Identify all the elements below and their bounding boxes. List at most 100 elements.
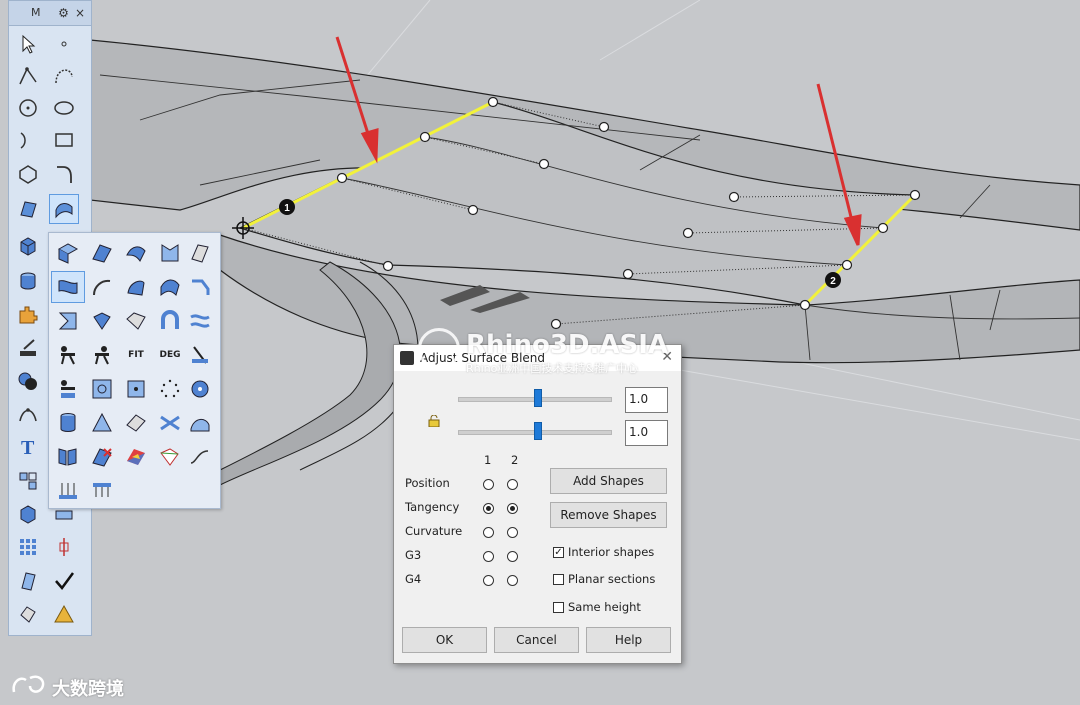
checkmark-icon[interactable] [49, 566, 79, 596]
sweep2-icon[interactable] [153, 271, 187, 303]
remove-shapes-button[interactable]: Remove Shapes [550, 502, 667, 528]
ok-button[interactable]: OK [402, 627, 487, 653]
blend-value-2-field[interactable]: 1.0 [625, 420, 668, 446]
network-surface-icon[interactable] [153, 407, 187, 439]
rail-revolve-icon[interactable] [119, 271, 153, 303]
sweep1-icon[interactable] [119, 237, 153, 269]
blend-surface-icon[interactable] [51, 271, 85, 303]
control-point[interactable] [728, 191, 740, 203]
unroll-icon[interactable] [51, 339, 85, 371]
control-point[interactable] [598, 121, 610, 133]
box-icon[interactable] [13, 231, 43, 261]
boolean-icon[interactable] [13, 366, 43, 396]
control-point[interactable] [336, 172, 348, 184]
polyline-icon[interactable] [13, 61, 43, 91]
plane-cut-icon[interactable] [119, 407, 153, 439]
continuity-radio-2[interactable] [507, 479, 518, 490]
offset-surface-icon[interactable] [119, 305, 153, 337]
control-point[interactable] [877, 222, 889, 234]
blend-slider-2-thumb[interactable] [534, 422, 542, 440]
fillet-curve-icon[interactable] [49, 159, 79, 189]
zebra-analysis-icon[interactable] [119, 441, 153, 473]
continuity-radio-1[interactable] [483, 575, 494, 586]
edge-surface-icon[interactable] [85, 237, 119, 269]
continuity-radio-2[interactable] [507, 503, 518, 514]
polygon-icon[interactable] [13, 159, 43, 189]
revolve-icon[interactable] [85, 271, 119, 303]
control-point[interactable] [538, 158, 550, 170]
continuity-radio-1[interactable] [483, 479, 494, 490]
chamfer-surface-icon[interactable] [85, 305, 119, 337]
draft-angle-icon[interactable] [183, 441, 217, 473]
group-icon[interactable] [13, 466, 43, 496]
help-button[interactable]: Help [586, 627, 671, 653]
control-point[interactable] [382, 260, 394, 272]
select-arrow-icon[interactable] [13, 29, 43, 59]
cylinder-surface-icon[interactable] [51, 407, 85, 439]
delete-surface-icon[interactable] [85, 441, 119, 473]
interior-shapes-checkbox[interactable]: ✓ [553, 547, 564, 558]
fillet-surface-icon[interactable] [51, 305, 85, 337]
text-icon[interactable]: T [13, 431, 43, 461]
close-icon[interactable]: × [75, 6, 85, 20]
curve-tools-icon[interactable] [13, 399, 43, 429]
contour-icon[interactable] [51, 475, 85, 507]
control-point[interactable] [682, 227, 694, 239]
control-point[interactable] [841, 259, 853, 271]
point-on-surface-icon[interactable] [119, 373, 153, 405]
variable-fillet-icon[interactable] [183, 305, 217, 337]
gear-icon[interactable]: ⚙ [58, 6, 69, 20]
transform-icon[interactable] [13, 566, 43, 596]
surface-corner-icon[interactable] [13, 194, 43, 224]
dimension-icon[interactable] [49, 532, 79, 562]
cancel-button[interactable]: Cancel [494, 627, 579, 653]
ellipse-icon[interactable] [49, 93, 79, 123]
solid-tools-icon[interactable] [13, 499, 43, 529]
continuity-radio-2[interactable] [507, 575, 518, 586]
loft-icon[interactable] [51, 237, 85, 269]
puzzle-icon[interactable] [13, 299, 43, 329]
lock-icon[interactable] [428, 414, 440, 430]
blend-slider-1-thumb[interactable] [534, 389, 542, 407]
control-point[interactable] [467, 204, 479, 216]
analyze-icon[interactable] [13, 333, 43, 363]
continuity-radio-1[interactable] [483, 503, 494, 514]
heightfield-icon[interactable] [51, 441, 85, 473]
point-cloud-icon[interactable] [153, 373, 187, 405]
arc-icon[interactable] [13, 125, 43, 155]
patch-icon[interactable] [153, 237, 187, 269]
planar-sections-checkbox[interactable] [553, 574, 564, 585]
sphere-surface-icon[interactable] [183, 373, 217, 405]
control-point[interactable] [622, 268, 634, 280]
control-point[interactable] [487, 96, 499, 108]
control-point[interactable] [799, 299, 811, 311]
unroll-points-icon[interactable] [51, 373, 85, 405]
continuity-radio-2[interactable] [507, 527, 518, 538]
continuity-radio-1[interactable] [483, 527, 494, 538]
point-icon[interactable] [49, 29, 79, 59]
extend-surface-icon[interactable] [183, 271, 217, 303]
cylinder-icon[interactable] [13, 266, 43, 296]
smash-icon[interactable] [85, 339, 119, 371]
surface-edge-icon[interactable] [85, 373, 119, 405]
control-point[interactable] [419, 131, 431, 143]
drape-icon[interactable] [183, 407, 217, 439]
rectangle-icon[interactable] [49, 125, 79, 155]
surface-tools-icon[interactable] [49, 194, 79, 224]
plane-icon[interactable] [85, 407, 119, 439]
same-height-checkbox[interactable] [553, 602, 564, 613]
light-icon[interactable] [49, 599, 79, 629]
render-icon[interactable] [13, 599, 43, 629]
curvature-graph-icon[interactable] [153, 441, 187, 473]
fit-surface-button[interactable]: FIT [119, 339, 153, 371]
surface-from-curves-icon[interactable] [183, 237, 217, 269]
pipe-icon[interactable] [153, 305, 187, 337]
section-icon[interactable] [85, 475, 119, 507]
control-point[interactable] [550, 318, 562, 330]
blend-value-1-field[interactable]: 1.0 [625, 387, 668, 413]
continuity-radio-1[interactable] [483, 551, 494, 562]
curve-icon[interactable] [49, 61, 79, 91]
change-degree-button[interactable]: DEG [153, 339, 187, 371]
rebuild-icon[interactable] [183, 339, 217, 371]
control-point[interactable] [909, 189, 921, 201]
